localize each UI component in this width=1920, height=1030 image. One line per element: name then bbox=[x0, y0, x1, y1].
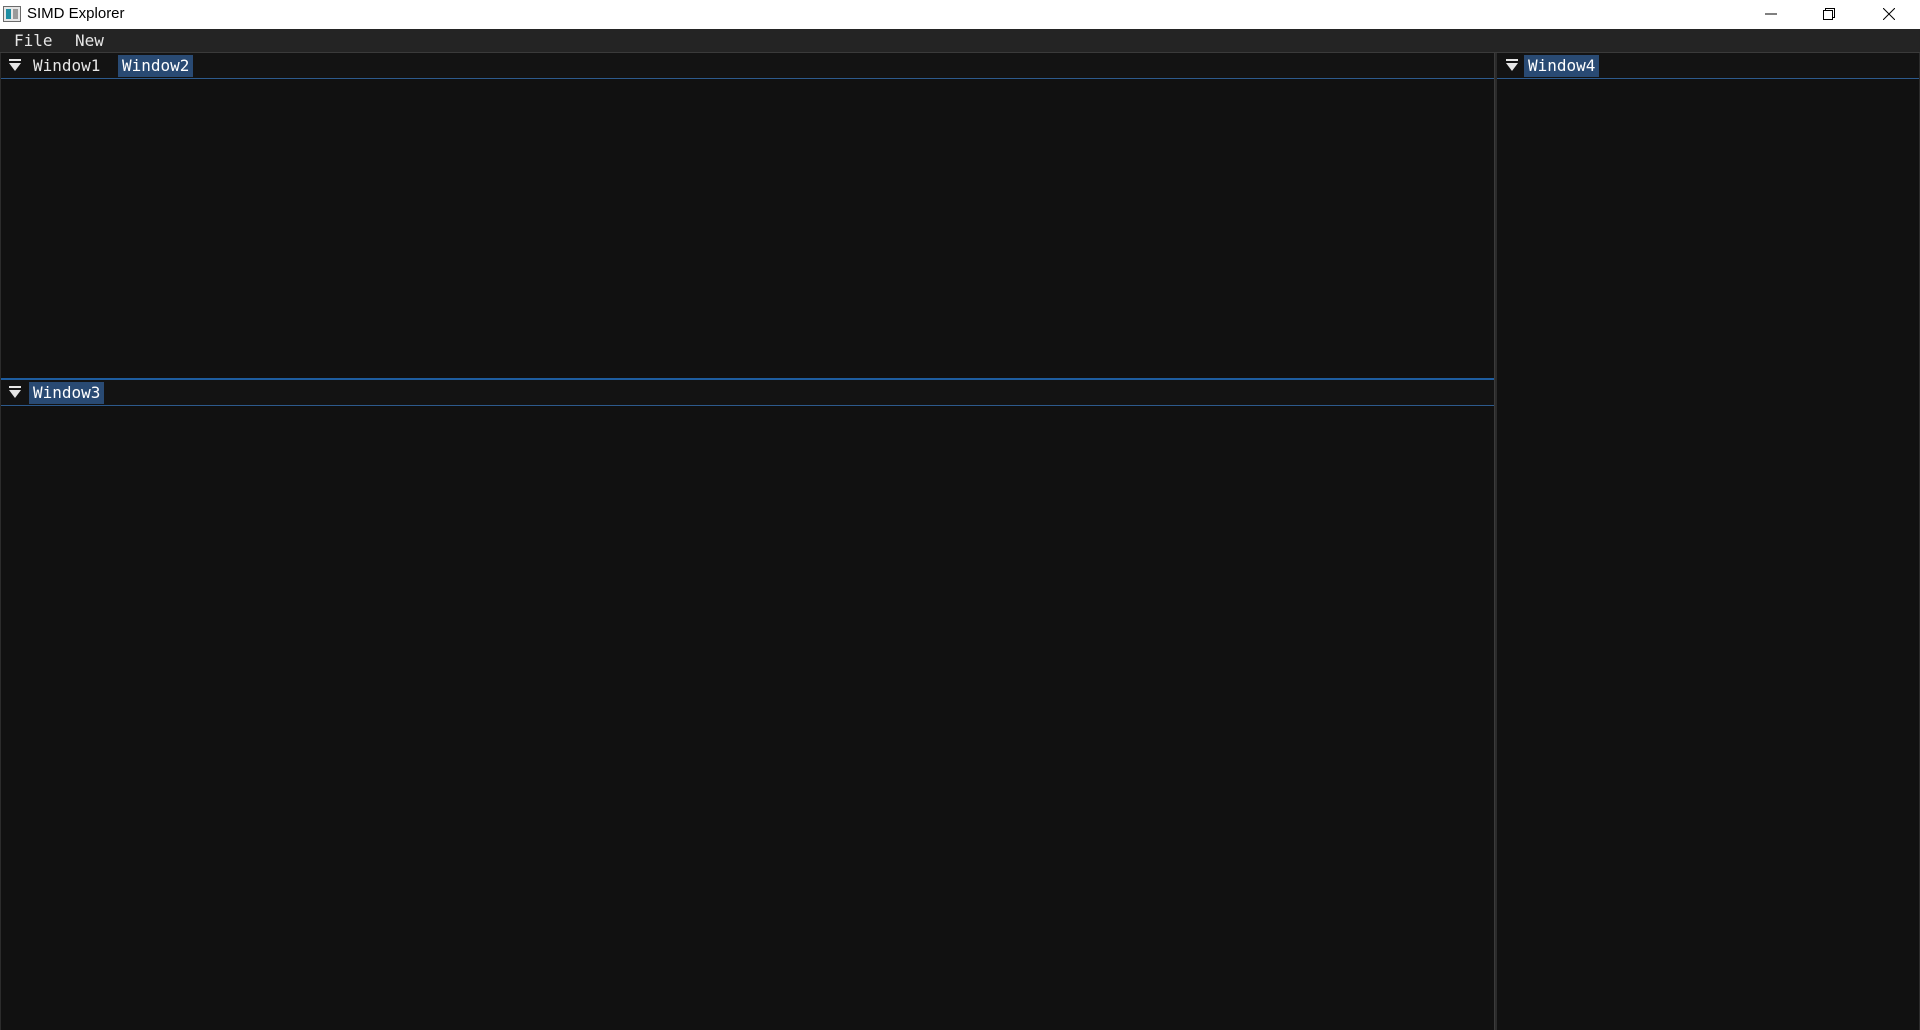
close-icon bbox=[1883, 8, 1895, 20]
close-button[interactable] bbox=[1858, 0, 1920, 29]
dock-menu-icon[interactable] bbox=[9, 59, 21, 73]
tab-window3[interactable]: Window3 bbox=[29, 382, 105, 404]
dock-menu-icon[interactable] bbox=[9, 386, 21, 400]
dock-tab-bar: Window1 Window2 bbox=[0, 53, 1494, 79]
menu-file[interactable]: File bbox=[14, 29, 53, 53]
dock-bottom-left: Window3 bbox=[0, 380, 1494, 1030]
window3-content bbox=[0, 407, 1494, 1030]
title-bar[interactable]: SIMD Explorer bbox=[0, 0, 1920, 29]
dock-menu-icon[interactable] bbox=[1506, 59, 1518, 73]
minimize-icon bbox=[1765, 13, 1777, 15]
restore-icon bbox=[1823, 8, 1835, 20]
minimize-button[interactable] bbox=[1742, 0, 1800, 29]
dock-tab-bar: Window4 bbox=[1497, 53, 1920, 79]
tab-window1[interactable]: Window1 bbox=[29, 55, 104, 77]
window-title: SIMD Explorer bbox=[27, 5, 125, 22]
window4-content bbox=[1497, 80, 1920, 1030]
dock-right: Window4 bbox=[1497, 53, 1920, 1030]
tab-window2[interactable]: Window2 bbox=[118, 55, 194, 77]
dock-tab-bar: Window3 bbox=[0, 380, 1494, 406]
menu-new[interactable]: New bbox=[75, 29, 104, 53]
tab-window4[interactable]: Window4 bbox=[1524, 55, 1600, 77]
menu-bar: File New bbox=[0, 29, 1920, 53]
window2-content bbox=[0, 80, 1494, 379]
dock-top-left: Window1 Window2 bbox=[0, 53, 1494, 379]
window-left-border bbox=[0, 53, 1, 1030]
restore-button[interactable] bbox=[1800, 0, 1858, 29]
app-window-icon bbox=[3, 6, 21, 22]
